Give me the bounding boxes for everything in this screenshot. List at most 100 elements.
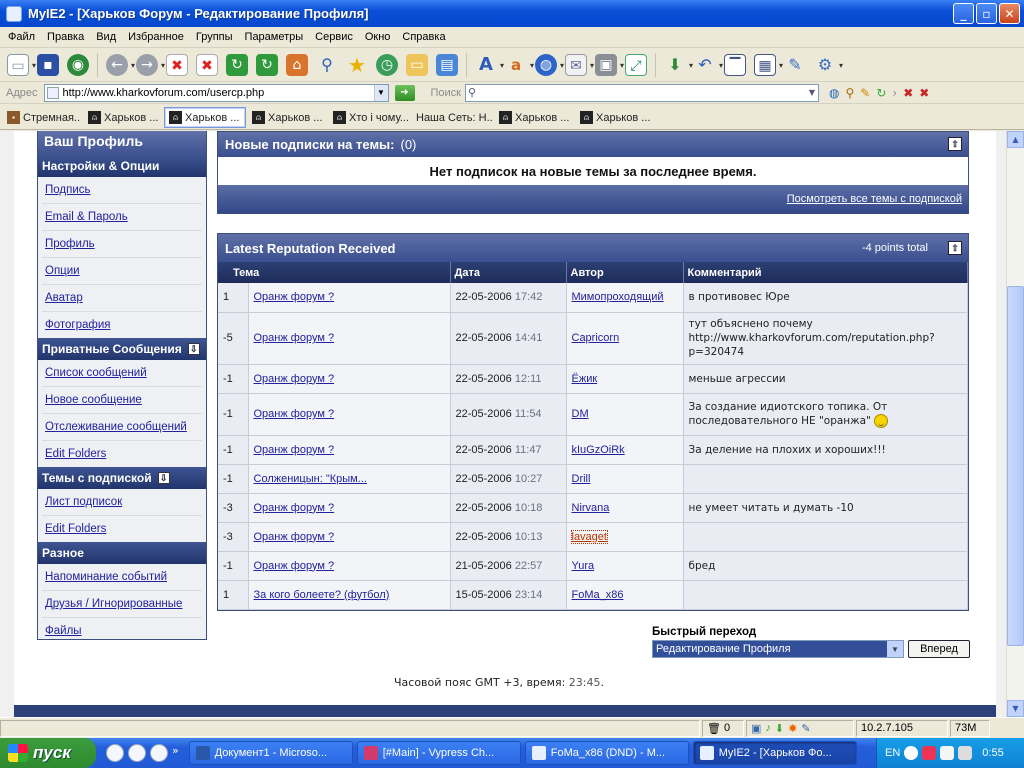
maximize-button[interactable]: ▫ bbox=[976, 3, 997, 24]
search-engine-icon[interactable]: ◍ bbox=[829, 86, 839, 100]
favorites-star-icon[interactable]: ★ bbox=[343, 51, 371, 79]
script-icon[interactable]: ✎ bbox=[801, 722, 810, 735]
quick-jump-select[interactable]: Редактирование Профиля ▼ bbox=[652, 640, 904, 658]
tray-messenger-icon[interactable] bbox=[940, 746, 955, 760]
mail-icon[interactable]: ✉ bbox=[562, 51, 594, 79]
collapse-icon[interactable]: ⇩ bbox=[187, 343, 200, 355]
sidebar-item-avatar[interactable]: Аватар bbox=[38, 285, 206, 311]
menu-tools[interactable]: Сервис bbox=[309, 31, 359, 43]
sidebar-item-email-password[interactable]: Email & Пароль bbox=[38, 204, 206, 230]
popup-blocker[interactable]: 🗑 0 bbox=[702, 719, 744, 737]
author-link[interactable]: DM bbox=[572, 408, 589, 420]
topic-link[interactable]: Оранж форум ? bbox=[254, 444, 335, 456]
sidebar-item-attachments[interactable]: Файлы bbox=[38, 618, 206, 644]
tray-back-icon[interactable] bbox=[904, 746, 919, 760]
view-all-subscriptions-link[interactable]: Посмотреть все темы с подпиской bbox=[787, 193, 962, 205]
author-link[interactable]: Nirvana bbox=[572, 502, 610, 514]
chevron-down-icon[interactable]: ▼ bbox=[887, 641, 903, 657]
close-window-icon[interactable]: ✖ bbox=[919, 86, 929, 100]
activex-icon[interactable]: ✸ bbox=[788, 722, 797, 735]
author-link[interactable]: kIuGzOiRk bbox=[572, 444, 625, 456]
download-status-icon[interactable]: ⬇ bbox=[775, 722, 784, 735]
page-icon[interactable]: ▤ bbox=[433, 51, 461, 79]
undo-icon[interactable]: ↶ bbox=[691, 51, 723, 79]
quick-jump-go-button[interactable]: Вперед bbox=[908, 640, 970, 658]
author-link[interactable]: lavaget bbox=[570, 529, 608, 544]
proxy-icon[interactable]: ▣ bbox=[592, 51, 624, 79]
highlight-icon[interactable]: ⚲ bbox=[845, 86, 854, 100]
stop-icon[interactable]: ✖ bbox=[163, 51, 191, 79]
images-icon[interactable]: ▣ bbox=[751, 722, 761, 735]
close-button[interactable]: ✕ bbox=[999, 3, 1020, 24]
taskbar-item-messenger[interactable]: FoMa_x86 (DND) - M... bbox=[524, 741, 689, 765]
menu-favorites[interactable]: Избранное bbox=[122, 31, 190, 43]
new-page-icon[interactable]: ▭ bbox=[4, 51, 36, 79]
tray-app-icon[interactable] bbox=[922, 746, 937, 760]
tab-item[interactable]: ⍝ Харьков ... bbox=[575, 107, 655, 128]
sidebar-item-friends-ignored[interactable]: Друзья / Игнорированные bbox=[38, 591, 206, 617]
author-link[interactable]: Drill bbox=[572, 473, 591, 485]
edit-icon[interactable]: ✎ bbox=[781, 51, 809, 79]
taskbar-item-vypress[interactable]: [#Main] - Vypress Ch... bbox=[356, 741, 521, 765]
tab-item[interactable]: ▪ Стремная... bbox=[2, 107, 82, 128]
sidebar-item-message-list[interactable]: Список сообщений bbox=[38, 360, 206, 386]
sidebar-item-event-reminders[interactable]: Напоминание событий bbox=[38, 564, 206, 590]
topic-link[interactable]: Оранж форум ? bbox=[254, 531, 335, 543]
close-all-icon[interactable]: ✖ bbox=[193, 51, 221, 79]
back-icon[interactable]: ← bbox=[103, 51, 135, 79]
menu-help[interactable]: Справка bbox=[396, 31, 451, 43]
topic-link[interactable]: Оранж форум ? bbox=[254, 560, 335, 572]
tile-icon[interactable]: ▦ bbox=[751, 51, 783, 79]
tools-icon[interactable]: ⚙ bbox=[811, 51, 843, 79]
download-icon[interactable]: ⬇ bbox=[661, 51, 693, 79]
menu-edit[interactable]: Правка bbox=[41, 31, 90, 43]
sidebar-item-new-message[interactable]: Новое сообщение bbox=[38, 387, 206, 413]
menu-file[interactable]: Файл bbox=[2, 31, 41, 43]
menu-groups[interactable]: Группы bbox=[190, 31, 239, 43]
menu-view[interactable]: Вид bbox=[90, 31, 122, 43]
topic-link[interactable]: Оранж форум ? bbox=[254, 408, 335, 420]
author-link[interactable]: Мимопроходящий bbox=[572, 291, 664, 303]
refresh-icon[interactable]: ↻ bbox=[223, 51, 251, 79]
globe-search-icon[interactable]: ◉ bbox=[64, 51, 92, 79]
ie-icon[interactable] bbox=[106, 744, 124, 762]
topic-link[interactable]: Оранж форум ? bbox=[254, 502, 335, 514]
author-link[interactable]: FoMa_x86 bbox=[572, 589, 624, 601]
tab-item[interactable]: ⍝ Харьков ... bbox=[83, 107, 163, 128]
url-input[interactable]: http://www.kharkovforum.com/usercp.php ▼ bbox=[43, 83, 389, 102]
sidebar-item-subscription-list[interactable]: Лист подписок bbox=[38, 489, 206, 515]
tab-item[interactable]: ⍝ Харьков ... bbox=[494, 107, 574, 128]
topic-link[interactable]: Оранж форум ? bbox=[254, 373, 335, 385]
search-dropdown-icon[interactable]: ▼ bbox=[806, 88, 818, 97]
topic-link[interactable]: Оранж форум ? bbox=[254, 332, 335, 344]
refresh-search-icon[interactable]: ↻ bbox=[876, 86, 886, 100]
chevron-right-icon[interactable]: › bbox=[892, 86, 897, 100]
window-title-bar[interactable]: MyIE2 - [Харьков Форум - Редактирование … bbox=[0, 0, 1024, 27]
sidebar-item-photo[interactable]: Фотография bbox=[38, 312, 206, 338]
forward-icon[interactable]: → bbox=[133, 51, 165, 79]
font-size-icon[interactable]: A bbox=[472, 51, 504, 79]
taskbar-item-word[interactable]: Документ1 - Microso... bbox=[188, 741, 353, 765]
internet-icon[interactable]: ◍ bbox=[532, 51, 564, 79]
firefox-icon[interactable] bbox=[150, 744, 168, 762]
go-button[interactable]: ➜ bbox=[394, 84, 415, 101]
vertical-scrollbar[interactable]: ▲ ▼ bbox=[1006, 131, 1024, 717]
sidebar-item-message-tracking[interactable]: Отслеживание сообщений bbox=[38, 414, 206, 440]
language-indicator[interactable]: EN bbox=[885, 747, 900, 759]
refresh-all-icon[interactable]: ↻ bbox=[253, 51, 281, 79]
home-icon[interactable]: ⌂ bbox=[283, 51, 311, 79]
collapse-icon[interactable]: ⇧ bbox=[948, 137, 962, 151]
tray-network-icon[interactable] bbox=[958, 746, 973, 760]
collapse-icon[interactable]: ⇧ bbox=[948, 241, 962, 255]
sidebar-item-edit-folders[interactable]: Edit Folders bbox=[38, 516, 206, 542]
tab-item[interactable]: Наша Сеть: Н... bbox=[411, 107, 493, 128]
clear-icon[interactable]: ✎ bbox=[860, 86, 870, 100]
search-input[interactable]: ⚲ ▼ bbox=[464, 83, 819, 102]
history-icon[interactable]: ◷ bbox=[373, 51, 401, 79]
sidebar-item-signature[interactable]: Подпись bbox=[38, 177, 206, 203]
scroll-down-icon[interactable]: ▼ bbox=[1007, 700, 1024, 717]
scroll-thumb[interactable] bbox=[1007, 286, 1024, 646]
window-icon[interactable]: ▔ bbox=[721, 51, 749, 79]
scroll-up-icon[interactable]: ▲ bbox=[1007, 131, 1024, 148]
author-link[interactable]: Capricorn bbox=[572, 332, 620, 344]
